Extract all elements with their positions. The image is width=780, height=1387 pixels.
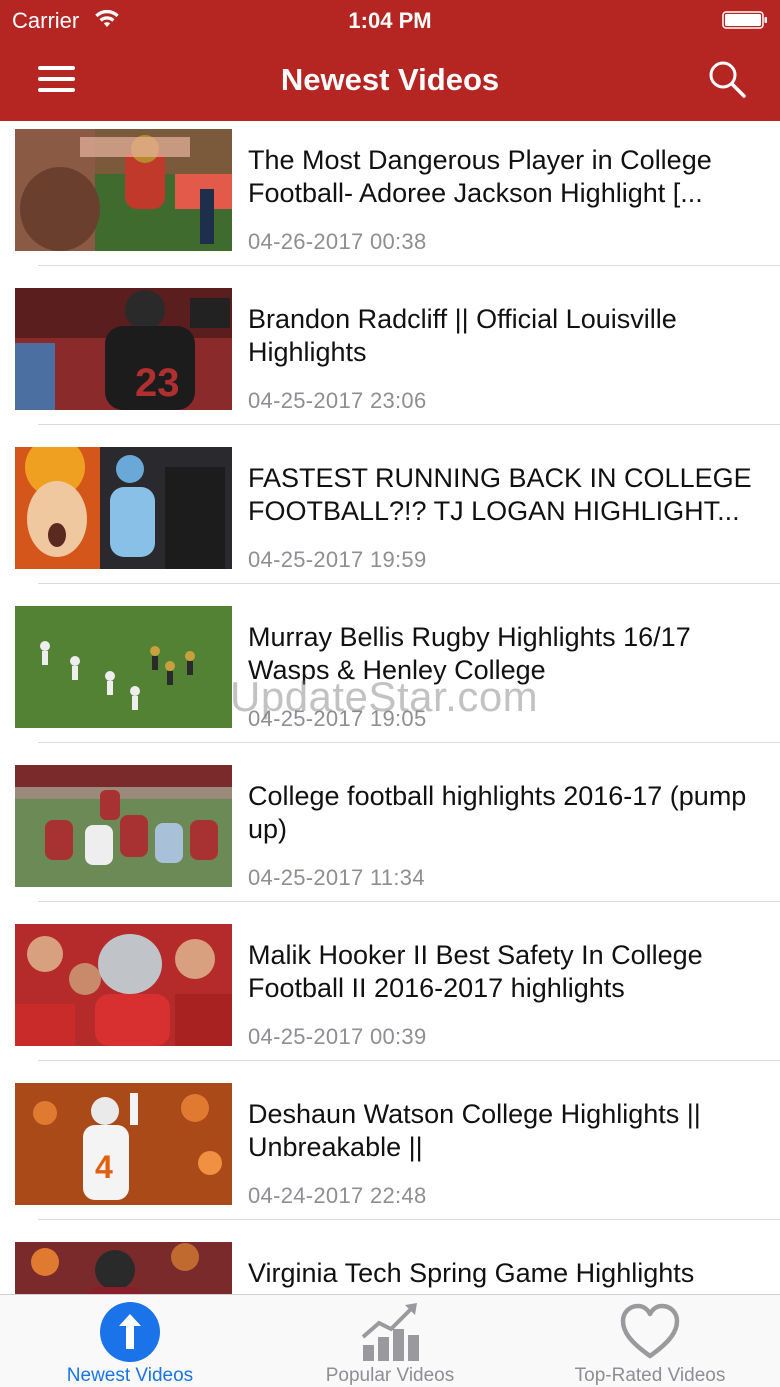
video-title: Deshaun Watson College Highlights || Unb… [248,1099,701,1162]
video-row[interactable]: 23 Brandon Radcliff || Official Louisvil… [0,280,780,439]
tab-label: Top-Rated Videos [574,1365,726,1386]
video-row[interactable]: The Most Dangerous Player in College Foo… [0,121,780,280]
video-title: The Most Dangerous Player in College Foo… [248,145,712,208]
heart-icon [620,1303,680,1359]
video-thumbnail[interactable] [15,129,232,251]
row-divider [38,1060,780,1061]
video-row[interactable]: Malik Hooker II Best Safety In College F… [0,916,780,1075]
video-title: College football highlights 2016-17 (pum… [248,781,747,844]
status-bar: Carrier 1:04 PM [0,0,780,40]
bar-chart-trend-icon [361,1303,419,1361]
video-title: Malik Hooker II Best Safety In College F… [248,940,703,1003]
video-thumbnail[interactable] [15,924,232,1046]
row-divider [38,583,780,584]
video-thumbnail[interactable] [15,447,232,569]
tab-top-rated-videos[interactable]: Top-Rated Videos [520,1295,780,1387]
video-thumbnail[interactable]: 4 [15,1083,232,1205]
video-title: Murray Bellis Rugby Highlights 16/17 Was… [248,622,691,685]
header-bar: Carrier 1:04 PM Newest Videos [0,0,780,121]
search-icon[interactable] [704,56,750,102]
video-row[interactable]: FASTEST RUNNING BACK IN COLLEGE FOOTBALL… [0,439,780,598]
video-date: 04-26-2017 00:38 [248,229,427,254]
row-divider [38,1219,780,1220]
status-time: 1:04 PM [348,8,432,33]
upload-arrow-icon [100,1302,160,1362]
tab-label: Popular Videos [325,1365,455,1386]
video-thumbnail[interactable]: 23 [15,288,232,410]
video-date: 04-25-2017 23:06 [248,388,427,413]
tab-popular-videos[interactable]: Popular Videos [260,1295,520,1387]
video-row[interactable]: Murray Bellis Rugby Highlights 16/17 Was… [0,598,780,757]
video-thumbnail[interactable] [15,765,232,887]
tab-bar: Newest Videos Popular Videos Top-Rated V… [0,1294,780,1387]
video-date: 04-25-2017 11:34 [248,865,425,890]
video-row[interactable]: Virginia Tech Spring Game Highlights [0,1234,780,1294]
row-divider [38,424,780,425]
video-row[interactable]: College football highlights 2016-17 (pum… [0,757,780,916]
video-thumbnail[interactable] [15,1242,232,1294]
video-title: Brandon Radcliff || Official Louisville … [248,304,677,367]
battery-icon [722,11,767,29]
video-title: FASTEST RUNNING BACK IN COLLEGE FOOTBALL… [248,463,752,526]
video-row[interactable]: 4 Deshaun Watson College Highlights || U… [0,1075,780,1234]
video-date: 04-24-2017 22:48 [248,1183,427,1208]
video-date: 04-25-2017 19:59 [248,547,427,572]
video-date: 04-25-2017 00:39 [248,1024,427,1049]
tab-label: Newest Videos [66,1365,194,1386]
row-divider [38,265,780,266]
navigation-bar: Newest Videos [0,40,780,121]
svg-text:23: 23 [135,361,180,405]
video-list[interactable]: The Most Dangerous Player in College Foo… [0,121,780,1294]
video-title: Virginia Tech Spring Game Highlights [248,1258,695,1288]
svg-text:4: 4 [95,1149,113,1185]
video-thumbnail[interactable] [15,606,232,728]
video-date: 04-25-2017 19:05 [248,706,427,731]
row-divider [38,901,780,902]
page-title: Newest Videos [280,62,500,97]
row-divider [38,742,780,743]
tab-newest-videos[interactable]: Newest Videos [0,1295,260,1387]
